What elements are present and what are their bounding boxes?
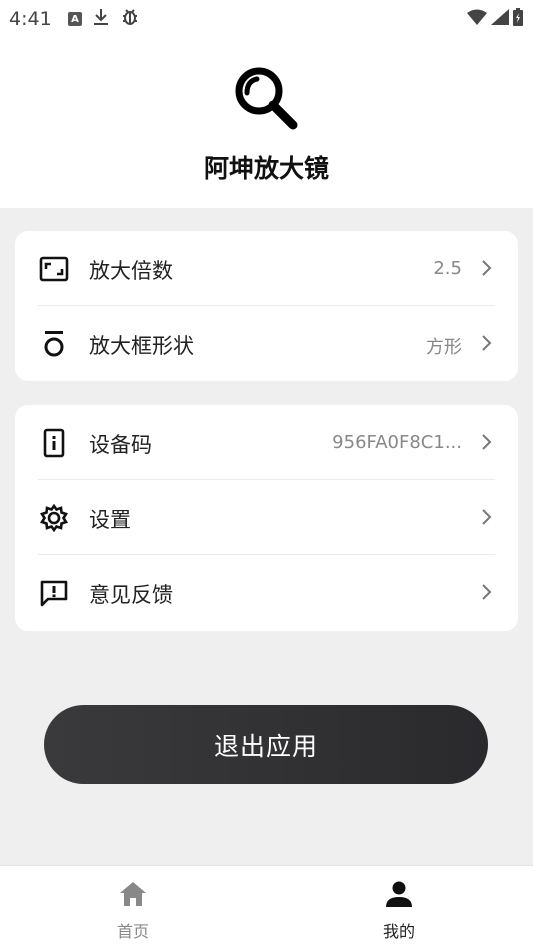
- row-label: 设置: [89, 508, 131, 532]
- home-icon: [120, 882, 146, 906]
- row-value: 方形: [426, 337, 462, 358]
- row-device-code[interactable]: 设备码 956FA0F8C1...: [15, 405, 518, 480]
- download-icon: [93, 8, 109, 30]
- status-system-icons: [467, 8, 523, 26]
- wifi-icon: [467, 9, 487, 25]
- row-magnification[interactable]: 放大倍数 2.5: [15, 231, 518, 306]
- profile-header: 阿坤放大镜: [0, 38, 533, 208]
- a-badge-icon: A: [68, 12, 82, 26]
- row-feedback[interactable]: 意见反馈: [15, 555, 518, 630]
- chevron-right-icon: [482, 434, 492, 450]
- feedback-icon: [39, 579, 69, 607]
- general-settings-card: 设备码 956FA0F8C1... 设置 意见反馈: [15, 405, 518, 631]
- row-frame-shape[interactable]: 放大框形状 方形: [15, 306, 518, 381]
- bug-icon: [120, 7, 140, 31]
- gear-icon: [39, 504, 69, 532]
- magnifier-settings-card: 放大倍数 2.5 放大框形状 方形: [15, 231, 518, 381]
- chevron-right-icon: [482, 584, 492, 600]
- status-time: 4:41: [9, 8, 52, 30]
- chevron-right-icon: [482, 260, 492, 276]
- row-label: 放大框形状: [89, 334, 194, 358]
- row-label: 意见反馈: [89, 583, 173, 607]
- nav-label: 我的: [382, 922, 415, 941]
- chevron-right-icon: [482, 335, 492, 351]
- magnifier-icon: [231, 63, 301, 137]
- nav-item-home[interactable]: 首页: [0, 866, 266, 950]
- chevron-right-icon: [482, 509, 492, 525]
- person-icon: [386, 881, 412, 907]
- shape-o-icon: [39, 330, 69, 358]
- device-icon: [39, 428, 69, 458]
- battery-charging-icon: [513, 8, 523, 26]
- bottom-nav: 首页 我的: [0, 865, 533, 950]
- row-settings[interactable]: 设置: [15, 480, 518, 555]
- app-name: 阿坤放大镜: [203, 154, 329, 183]
- status-notification-icons: A: [68, 7, 140, 31]
- row-label: 设备码: [89, 433, 152, 457]
- exit-app-button[interactable]: 退出应用: [44, 705, 488, 784]
- row-value: 2.5: [433, 258, 462, 279]
- row-value: 956FA0F8C1...: [332, 432, 462, 453]
- magnification-frame-icon: [39, 255, 69, 283]
- status-bar: 4:41 A: [0, 0, 533, 38]
- nav-item-mine[interactable]: 我的: [266, 866, 532, 950]
- row-label: 放大倍数: [89, 259, 173, 283]
- signal-icon: [491, 9, 509, 25]
- nav-label: 首页: [116, 922, 149, 941]
